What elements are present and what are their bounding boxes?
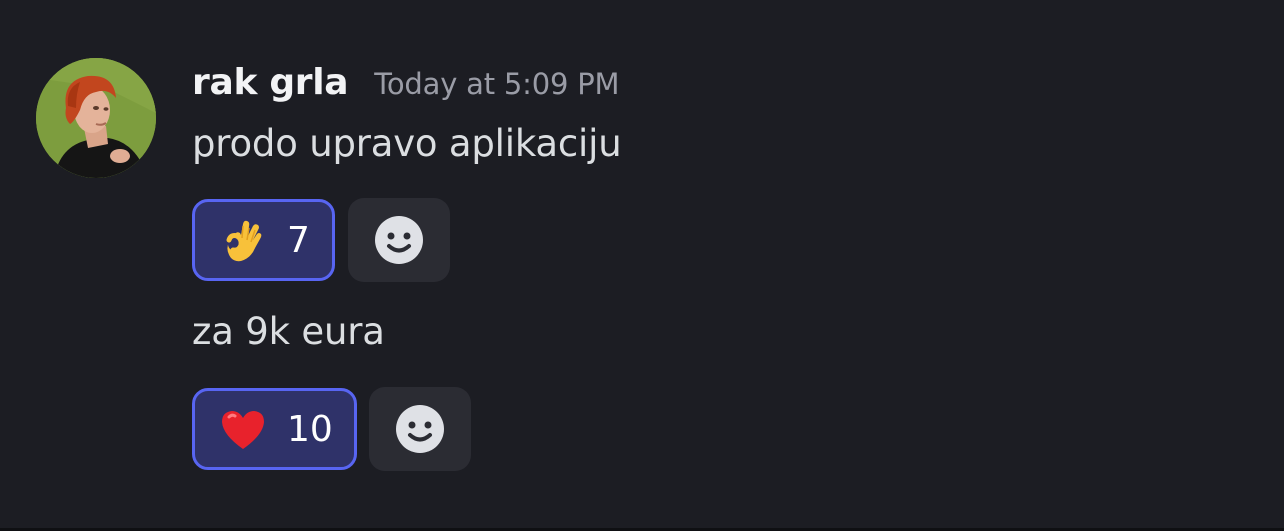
avatar-portrait-icon: [36, 58, 156, 178]
smiley-face-icon: [375, 216, 423, 264]
message-text: prodo upravo aplikaciju: [192, 122, 622, 165]
smiley-face-icon: [396, 405, 444, 453]
reaction-heart-button[interactable]: 10: [192, 388, 357, 470]
add-reaction-button[interactable]: [369, 387, 471, 471]
message-timestamp: Today at 5:09 PM: [374, 67, 620, 101]
add-reaction-button[interactable]: [348, 198, 450, 282]
reaction-ok-hand-button[interactable]: 7: [192, 199, 335, 281]
ok-hand-emoji-icon: [217, 214, 269, 266]
reaction-count: 7: [287, 219, 310, 261]
red-heart-emoji-icon: [217, 403, 269, 455]
message-header: rak grla Today at 5:09 PM: [192, 62, 620, 106]
user-avatar[interactable]: [36, 58, 156, 178]
message-text: za 9k eura: [192, 310, 385, 353]
username[interactable]: rak grla: [192, 62, 349, 103]
reaction-count: 10: [287, 408, 333, 450]
